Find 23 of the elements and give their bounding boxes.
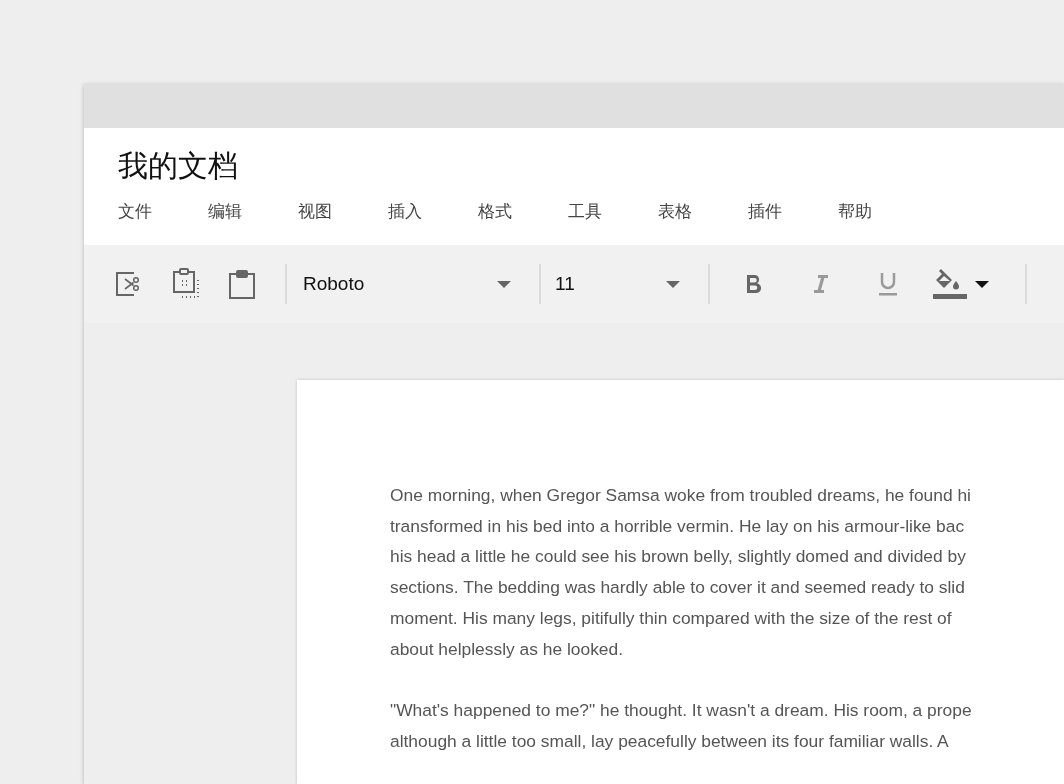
underline-icon — [877, 272, 898, 296]
menu-item[interactable]: 文件 — [118, 199, 208, 225]
font-dropdown[interactable]: Roboto — [303, 264, 539, 304]
menu-item[interactable]: 插件 — [748, 199, 838, 225]
font-size-dropdown[interactable]: 11 — [555, 264, 708, 304]
bold-icon — [744, 274, 763, 294]
body-paragraph: One morning, when Gregor Samsa woke from troubled dreams, he found hi transformed in his bed into a horrible vermin. He lay on his armour-like bac his head a little he could see his brown belly, slightly domed and divided by sections. The bedding was hardly able to cover it and seemed ready to slid moment. His many legs, pitifully thin compared with the size of the rest of about helplessly as he looked. — [390, 484, 971, 661]
cut-icon — [114, 270, 142, 298]
italic-icon — [811, 274, 830, 294]
paste-icon — [228, 269, 256, 299]
body-paragraph: "What's happened to me?" he thought. It wasn't a dream. His room, a prope although a little too small, lay peacefully between its four familiar walls. A — [390, 699, 972, 753]
paint-bucket-icon — [933, 269, 967, 299]
caret-icon — [975, 280, 989, 288]
document-title: 我的文档 — [118, 148, 239, 184]
caret-icon — [497, 280, 511, 288]
menu-item[interactable]: 插入 — [388, 199, 478, 225]
menu-item[interactable]: 工具 — [568, 199, 658, 225]
caret-icon — [666, 280, 680, 288]
menu-item[interactable]: 帮助 — [838, 199, 928, 225]
menu-item[interactable]: 表格 — [658, 199, 748, 225]
menu-item[interactable]: 编辑 — [208, 199, 298, 225]
menu-item[interactable]: 视图 — [298, 199, 388, 225]
menu-item[interactable]: 格式 — [478, 199, 568, 225]
